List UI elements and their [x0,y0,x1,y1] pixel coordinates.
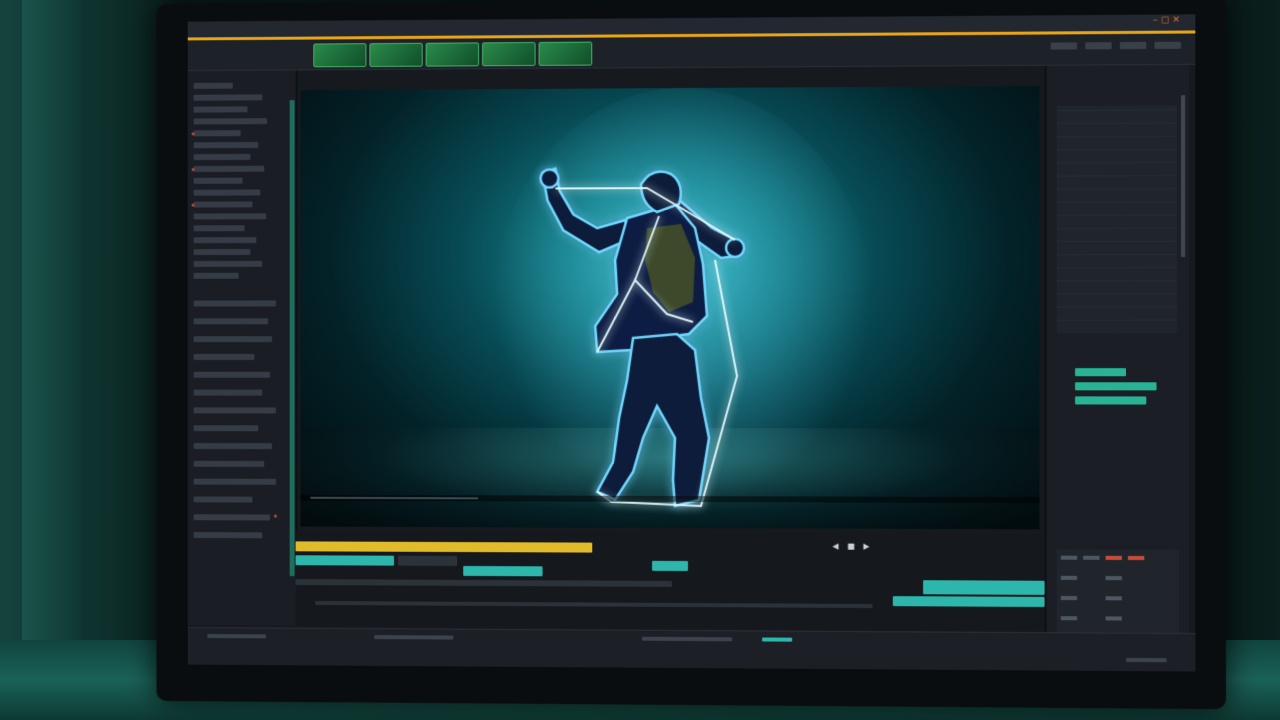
status-item [207,634,266,638]
timeline[interactable]: ◀ ■ ▶ [296,531,1045,630]
inspector-panel [1045,65,1190,651]
panel-row[interactable] [194,118,267,124]
record-dot-icon [192,204,195,207]
effect-bar[interactable] [1075,396,1146,404]
inspector-scrollbar[interactable] [1181,95,1185,257]
timeline-clip[interactable] [398,556,457,566]
panel-row[interactable] [194,190,261,196]
timeline-track[interactable] [296,579,672,587]
toolbar-buttons [1051,42,1181,50]
mixer-control[interactable] [1061,556,1077,560]
status-item [1126,658,1167,662]
panel-row[interactable] [194,130,241,136]
record-dot-icon [274,515,277,518]
record-dot-icon [192,168,195,171]
panel-row[interactable] [194,407,276,413]
timeline-clip[interactable] [463,566,542,576]
panel-row[interactable] [194,213,266,219]
panel-row[interactable] [194,261,263,267]
toolbar-button[interactable] [1120,42,1146,49]
mixer-control[interactable] [1106,616,1122,620]
timeline-clip[interactable] [652,561,688,571]
scrub-progress [310,497,478,500]
clip-thumbnail[interactable] [313,43,366,67]
mixer-control[interactable] [1061,616,1077,620]
panel-row[interactable] [194,83,233,89]
panel-row[interactable] [194,514,270,520]
timeline-clip[interactable] [893,596,1045,607]
mixer-control[interactable] [1061,596,1077,600]
window-blind [22,0,82,720]
clip-thumbnail[interactable] [539,42,593,66]
toolbar-button[interactable] [1085,42,1111,49]
inspector-grid [1057,105,1177,332]
panel-row[interactable] [194,225,245,231]
toolbar-button[interactable] [1051,42,1077,49]
timeline-clip[interactable] [296,555,394,565]
mixer-control[interactable] [1106,596,1122,600]
panel-row[interactable] [194,390,263,396]
playback-controls[interactable]: ◀ ■ ▶ [832,542,872,551]
panel-row[interactable] [194,318,268,324]
clip-thumbnail[interactable] [426,42,479,66]
panel-row[interactable] [194,166,265,172]
status-item [374,635,453,639]
panel-row[interactable] [194,532,263,538]
panel-scrollbar[interactable] [290,100,295,576]
mixer-control[interactable] [1083,556,1099,560]
panel-row[interactable] [194,142,259,148]
panel-row[interactable] [194,372,270,378]
timeline-track[interactable] [315,601,872,608]
record-dot-icon [192,132,195,135]
window-controls[interactable]: –▢✕ [1153,15,1183,25]
panel-row[interactable] [194,425,259,431]
effect-bar[interactable] [1075,368,1126,376]
panel-row[interactable] [194,461,265,467]
panel-row[interactable] [194,273,239,279]
panel-row[interactable] [194,354,255,360]
panel-row[interactable] [194,201,253,207]
panel-row[interactable] [194,237,257,243]
timeline-clip[interactable] [923,580,1044,595]
status-item [762,637,792,641]
panel-row[interactable] [194,496,253,502]
mixer-control[interactable] [1106,576,1122,580]
panel-row[interactable] [194,249,251,255]
status-item [642,637,732,642]
panel-row[interactable] [194,336,272,342]
toolbar-button[interactable] [1154,42,1181,49]
timeline-clip-audio[interactable] [296,541,593,552]
video-viewer[interactable] [300,86,1039,529]
screen: –▢✕ ◀ ■ ▶ [188,14,1196,671]
panel-row[interactable] [194,479,276,485]
mixer-control[interactable] [1128,556,1144,560]
panel-row[interactable] [194,178,243,184]
panel-row[interactable] [194,300,276,306]
clip-thumbnail-strip [313,42,592,68]
mixer-control[interactable] [1106,556,1122,560]
status-bar [188,627,1196,672]
monitor: –▢✕ ◀ ■ ▶ [156,0,1225,709]
project-panel [188,70,298,625]
panel-row[interactable] [194,106,248,112]
clip-thumbnail[interactable] [482,42,536,66]
panel-row[interactable] [194,154,251,160]
clip-thumbnail[interactable] [369,43,422,67]
panel-row[interactable] [194,443,272,449]
effect-bar[interactable] [1075,382,1156,390]
panel-row[interactable] [194,94,263,100]
mixer-control[interactable] [1061,576,1077,580]
dancer-figure [300,86,1039,529]
